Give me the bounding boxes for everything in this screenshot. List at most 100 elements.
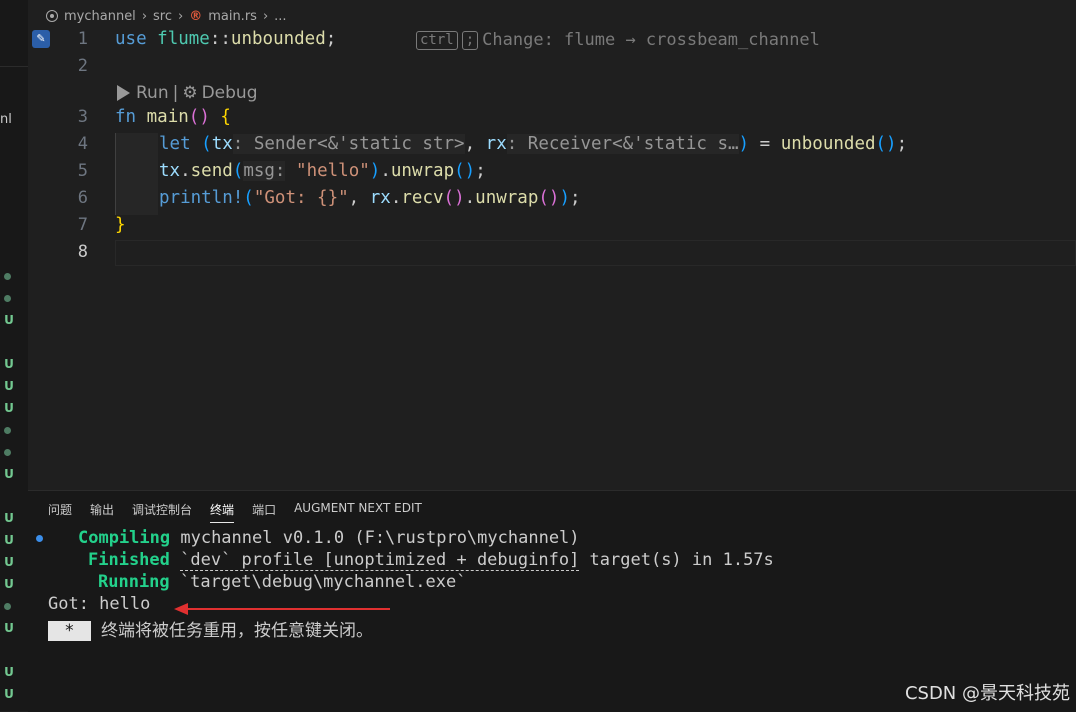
explorer-partial-text: nl: [0, 112, 12, 127]
semicolon: ;: [325, 29, 337, 49]
code-line-1[interactable]: use flume::unbounded;: [115, 29, 336, 49]
function-name: unbounded: [230, 29, 326, 49]
git-status-dot: [4, 427, 11, 434]
terminal-cursor: *: [48, 621, 91, 641]
paren: (: [201, 134, 212, 154]
code-action-icon[interactable]: ✎: [32, 30, 50, 48]
terminal-text: 终端将被任务重用，按任意键关闭。: [90, 621, 373, 641]
paren: (: [243, 188, 254, 208]
shortcut-key: ;: [461, 30, 479, 50]
type-hint: : Receiver<&'static s…: [506, 134, 739, 154]
panel-tab[interactable]: 输出: [90, 501, 114, 523]
keyword: let: [159, 134, 191, 154]
panel-tab[interactable]: 调试控制台: [132, 501, 192, 523]
line-number: 3: [77, 107, 88, 127]
dot: .: [464, 188, 476, 208]
panel-tab[interactable]: 端口: [252, 501, 276, 523]
code-line-7[interactable]: }: [115, 215, 126, 235]
variable: tx: [211, 134, 233, 154]
terminal-line-prompt: * 终端将被任务重用，按任意键关闭。: [48, 616, 373, 641]
variable: rx: [485, 134, 507, 154]
panel-tabs: 问题 输出 调试控制台 终端 端口 AUGMENT NEXT EDIT: [48, 501, 440, 523]
current-line-highlight: [115, 240, 1076, 266]
suggestion-text: Change: flume → crossbeam_channel: [482, 30, 820, 50]
path-separator: ::: [209, 29, 231, 49]
terminal-line-compiling: Compiling mychannel v0.1.0 (F:\rustpro\m…: [48, 528, 580, 548]
cargo-status-label: Compiling: [78, 528, 171, 548]
semicolon: ;: [896, 134, 908, 154]
type-hint: : Sender<&'static str>: [232, 134, 465, 154]
git-status-dot: [4, 273, 11, 280]
git-status-dot: [4, 603, 11, 610]
line-number: 8: [77, 242, 88, 262]
code-line-5[interactable]: tx.send(msg: "hello").unwrap();: [159, 161, 486, 181]
line-number: 7: [77, 215, 88, 235]
keyword: fn: [115, 107, 137, 127]
parens: (): [443, 188, 465, 208]
brace: }: [115, 215, 126, 235]
comma: ,: [464, 134, 486, 154]
terminal-text: target(s) in 1.57s: [579, 550, 774, 570]
crate-name: flume: [157, 29, 210, 49]
dot: .: [390, 188, 402, 208]
git-status-dot: [4, 449, 11, 456]
divider: [0, 66, 28, 67]
git-status-untracked: U: [4, 687, 14, 701]
codelens: Run | ⚙ Debug: [117, 83, 258, 103]
panel-tab[interactable]: AUGMENT NEXT EDIT: [294, 501, 422, 523]
brace: {: [220, 107, 231, 127]
dot: .: [380, 161, 391, 181]
parens: (): [454, 161, 476, 181]
git-status-untracked: U: [4, 533, 14, 547]
git-status-untracked: U: [4, 467, 14, 481]
line-number: 2: [77, 56, 88, 76]
breadcrumb-folder[interactable]: src: [153, 9, 172, 24]
code-line-6[interactable]: println!("Got: {}", rx.recv().unwrap());: [159, 188, 581, 208]
cargo-status-label: Finished: [88, 550, 170, 570]
indent-guide: [115, 133, 158, 215]
code-editor[interactable]: mychannel › src › ® main.rs › ... ✎ 1 2 3 4…: [28, 0, 1076, 490]
project-icon: [46, 10, 58, 22]
play-icon: [117, 85, 130, 101]
macro-name: println!: [159, 188, 244, 208]
inline-suggestion[interactable]: ctrl ; Change: flume → crossbeam_channel: [416, 30, 820, 50]
terminal-output: Got: hello: [48, 594, 151, 614]
function-name: main: [146, 107, 189, 127]
line-number: 6: [77, 188, 88, 208]
gear-icon: ⚙: [182, 83, 198, 103]
breadcrumb-project[interactable]: mychannel: [64, 9, 136, 24]
code-line-4[interactable]: let (tx: Sender<&'static str>, rx: Recei…: [159, 134, 907, 154]
breadcrumb-file[interactable]: main.rs: [208, 9, 257, 24]
git-status-untracked: U: [4, 665, 14, 679]
run-link[interactable]: Run: [136, 83, 169, 103]
paren: ): [559, 188, 570, 208]
terminal-link[interactable]: `dev` profile [unoptimized + debuginfo]: [180, 550, 580, 571]
panel-tab[interactable]: 终端: [210, 501, 235, 523]
terminal-text: `target\debug\mychannel.exe`: [169, 572, 467, 592]
shortcut-key: ctrl: [416, 30, 458, 50]
function-name: send: [190, 161, 233, 181]
codelens-divider: |: [172, 83, 179, 103]
chevron-right-icon: ›: [141, 8, 148, 24]
breadcrumb: mychannel › src › ® main.rs › ...: [46, 6, 293, 26]
git-status-untracked: U: [4, 621, 14, 635]
semicolon: ;: [570, 188, 581, 208]
line-number: 5: [77, 161, 88, 181]
param-hint: msg:: [243, 161, 286, 181]
string-literal: "hello": [296, 161, 370, 181]
breadcrumb-more[interactable]: ...: [274, 9, 286, 24]
git-status-untracked: U: [4, 577, 14, 591]
annotation-arrow: [174, 603, 390, 615]
parens: (): [188, 107, 210, 127]
debug-link[interactable]: Debug: [202, 83, 258, 103]
git-status-untracked: U: [4, 379, 14, 393]
chevron-right-icon: ›: [262, 8, 269, 24]
panel-tab[interactable]: 问题: [48, 501, 72, 523]
function-name: unwrap: [390, 161, 455, 181]
operator: =: [749, 134, 781, 154]
code-line-3[interactable]: fn main() {: [115, 107, 231, 127]
git-status-untracked: U: [4, 401, 14, 415]
git-status-untracked: U: [4, 357, 14, 371]
terminal-line-running: Running `target\debug\mychannel.exe`: [48, 572, 466, 592]
cargo-status-label: Running: [98, 572, 170, 592]
